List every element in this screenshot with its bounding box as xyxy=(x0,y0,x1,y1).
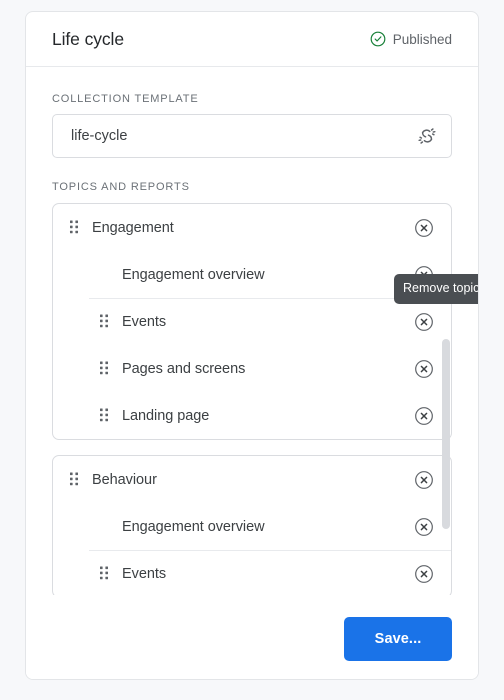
report-label: Landing page xyxy=(122,407,210,424)
drag-handle-icon[interactable] xyxy=(99,407,113,424)
save-button[interactable]: Save... xyxy=(344,617,452,661)
behaviour-topic-card: Behaviour Engagement overview Events xyxy=(52,455,452,595)
remove-topic-button[interactable] xyxy=(414,470,434,490)
topics-section-label: Topics and reports xyxy=(52,181,190,193)
drag-handle-icon[interactable] xyxy=(69,471,83,488)
topics-scroll-area[interactable]: Engagement Engagement overview Events Pages… xyxy=(52,203,452,595)
topics-scrollbar[interactable] xyxy=(442,203,450,595)
report-row[interactable]: Engagement overview xyxy=(53,503,451,550)
collection-template-value: life-cycle xyxy=(71,128,128,144)
card-header: Life cycle Published xyxy=(26,12,478,67)
report-row[interactable]: Events xyxy=(53,298,451,345)
remove-topic-tooltip: Remove topic xyxy=(394,274,478,304)
remove-topic-button[interactable] xyxy=(414,218,434,238)
check-circle-icon xyxy=(370,31,386,47)
remove-report-button[interactable] xyxy=(414,359,434,379)
topics-list: Engagement Engagement overview Events Pages… xyxy=(52,203,452,595)
status-badge: Published xyxy=(370,31,452,47)
report-label: Engagement overview xyxy=(122,266,265,283)
remove-report-button[interactable] xyxy=(414,517,434,537)
topic-row[interactable]: Engagement xyxy=(53,204,451,251)
topic-row[interactable]: Behaviour xyxy=(53,456,451,503)
report-label: Engagement overview xyxy=(122,518,265,535)
drag-handle-icon[interactable] xyxy=(69,219,83,236)
report-label: Pages and screens xyxy=(122,360,246,377)
topic-label: Behaviour xyxy=(92,471,157,488)
collection-editor-card: Life cycle Published Collection template… xyxy=(25,11,479,680)
card-footer: Save... xyxy=(26,599,478,679)
drag-handle-icon[interactable] xyxy=(99,360,113,377)
topics-scrollbar-thumb[interactable] xyxy=(442,339,450,529)
page-title: Life cycle xyxy=(52,28,124,49)
engagement-topic-card: Engagement Engagement overview Events Pages… xyxy=(52,203,452,440)
spinner-icon xyxy=(417,126,437,146)
report-row[interactable]: Events xyxy=(53,550,451,595)
remove-report-button[interactable] xyxy=(414,564,434,584)
remove-report-button[interactable] xyxy=(414,312,434,332)
report-label: Events xyxy=(122,313,167,330)
drag-handle-icon[interactable] xyxy=(99,313,113,330)
collection-template-input[interactable]: life-cycle xyxy=(52,114,452,158)
topic-label: Engagement xyxy=(92,219,174,236)
report-row[interactable]: Engagement overview xyxy=(53,251,451,298)
collection-template-label: Collection template xyxy=(52,93,199,105)
report-row[interactable]: Landing page xyxy=(53,392,451,439)
remove-report-button[interactable] xyxy=(414,406,434,426)
status-badge-label: Published xyxy=(392,31,452,47)
report-row[interactable]: Pages and screens xyxy=(53,345,451,392)
card-body: Collection template life-cycle xyxy=(26,93,478,595)
drag-handle-icon[interactable] xyxy=(99,565,113,582)
report-label: Events xyxy=(122,565,167,582)
